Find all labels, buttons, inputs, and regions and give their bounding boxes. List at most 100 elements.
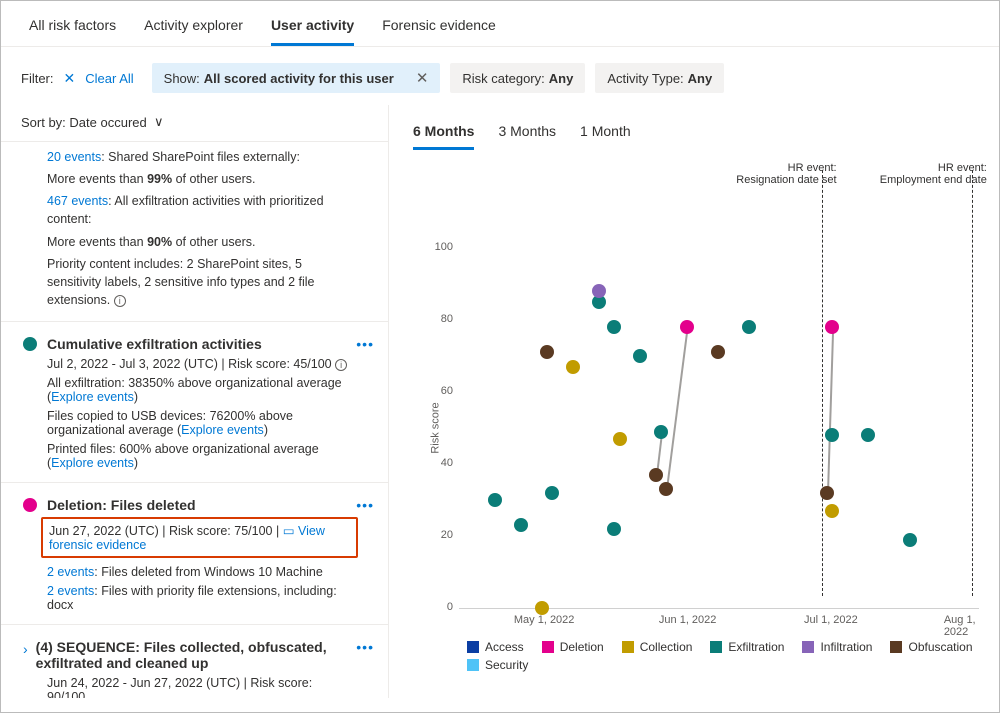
x-tick: May 1, 2022 — [514, 614, 575, 626]
data-point[interactable] — [711, 345, 725, 359]
chip-risk-label: Risk category: — [462, 71, 544, 86]
range-6m[interactable]: 6 Months — [413, 117, 474, 150]
snippet-line: 467 events: All exfiltration activities … — [1, 190, 388, 230]
info-icon[interactable]: i — [335, 359, 347, 371]
item-sequence[interactable]: › (4) SEQUENCE: Files collected, obfusca… — [1, 635, 388, 673]
chip-show-close[interactable]: ✕ — [416, 69, 429, 87]
clear-icon[interactable]: ✕ — [64, 70, 76, 87]
chip-risk-category[interactable]: Risk category: Any — [450, 63, 585, 93]
y-tick: 100 — [435, 241, 453, 253]
more-icon[interactable]: ••• — [356, 497, 374, 513]
events-link[interactable]: 2 events — [47, 565, 94, 579]
legend-item[interactable]: Exfiltration — [710, 640, 784, 654]
legend-item[interactable]: Deletion — [542, 640, 604, 654]
range-3m[interactable]: 3 Months — [498, 117, 556, 150]
tab-all-risk-factors[interactable]: All risk factors — [29, 9, 116, 46]
data-point[interactable] — [680, 320, 694, 334]
events-link[interactable]: 467 events — [47, 194, 108, 208]
x-tick: Jul 1, 2022 — [804, 614, 858, 626]
sort-value: Date occured — [69, 115, 146, 130]
clear-all-link[interactable]: Clear All — [85, 71, 133, 86]
item-line: All exfiltration: 38350% above organizat… — [1, 373, 388, 406]
data-point[interactable] — [607, 320, 621, 334]
legend-item[interactable]: Collection — [622, 640, 693, 654]
data-point[interactable] — [861, 428, 875, 442]
data-point[interactable] — [607, 522, 621, 536]
data-point[interactable] — [820, 486, 834, 500]
more-icon[interactable]: ••• — [356, 639, 374, 655]
chip-show-label: Show: — [164, 71, 200, 86]
legend-item[interactable]: Access — [467, 640, 524, 654]
y-tick: 20 — [441, 529, 453, 541]
tab-activity-explorer[interactable]: Activity explorer — [144, 9, 243, 46]
item-title: Deletion: Files deleted — [47, 497, 346, 513]
explore-link[interactable]: Explore events — [181, 423, 264, 437]
data-point[interactable] — [825, 320, 839, 334]
data-point[interactable] — [592, 284, 606, 298]
hr-event-label: HR event:Resignation date set — [727, 162, 837, 186]
data-point[interactable] — [613, 432, 627, 446]
explore-link[interactable]: Explore events — [51, 456, 134, 470]
filter-row: Filter: ✕ Clear All Show: All scored act… — [1, 47, 999, 105]
legend-item[interactable]: Infiltration — [802, 640, 872, 654]
tab-forensic-evidence[interactable]: Forensic evidence — [382, 9, 496, 46]
legend-item[interactable]: Security — [467, 658, 528, 672]
events-link[interactable]: 20 events — [47, 150, 101, 164]
data-point[interactable] — [545, 486, 559, 500]
y-axis-label: Risk score — [430, 402, 442, 453]
data-point[interactable] — [488, 493, 502, 507]
item-meta: Jun 24, 2022 - Jun 27, 2022 (UTC) | Risk… — [1, 673, 388, 698]
range-1m[interactable]: 1 Month — [580, 117, 631, 150]
hr-event-line — [972, 170, 973, 596]
y-tick: 80 — [441, 313, 453, 325]
data-point[interactable] — [649, 468, 663, 482]
page-root: All risk factors Activity explorer User … — [0, 0, 1000, 713]
snippet-line: More events than 99% of other users. — [1, 168, 388, 190]
data-point[interactable] — [825, 504, 839, 518]
range-tabs: 6 Months 3 Months 1 Month — [413, 117, 991, 150]
snippet-line: More events than 90% of other users. — [1, 231, 388, 253]
data-point[interactable] — [654, 425, 668, 439]
chip-activity-type[interactable]: Activity Type: Any — [595, 63, 724, 93]
dot-exfiltration-icon — [23, 337, 37, 351]
x-tick: Aug 1, 2022 — [944, 614, 983, 638]
item-deletion[interactable]: Deletion: Files deleted ••• — [1, 493, 388, 515]
legend-item[interactable]: Obfuscation — [890, 640, 972, 654]
dot-deletion-icon — [23, 498, 37, 512]
expand-icon[interactable]: › — [23, 641, 28, 657]
item-line: 2 events: Files with priority file exten… — [1, 581, 388, 614]
snippet-line: Priority content includes: 2 SharePoint … — [1, 253, 388, 311]
explore-link[interactable]: Explore events — [51, 390, 134, 404]
hr-event-label: HR event:Employment end date — [877, 162, 987, 186]
y-tick: 0 — [447, 601, 453, 613]
item-line: 2 events: Files deleted from Windows 10 … — [1, 562, 388, 581]
tab-user-activity[interactable]: User activity — [271, 9, 354, 46]
data-point[interactable] — [535, 601, 549, 615]
chevron-down-icon: ∨ — [150, 114, 163, 130]
data-point[interactable] — [514, 518, 528, 532]
data-point[interactable] — [566, 360, 580, 374]
data-point[interactable] — [903, 533, 917, 547]
more-icon[interactable]: ••• — [356, 336, 374, 352]
item-line: Files copied to USB devices: 76200% abov… — [1, 406, 388, 439]
data-point[interactable] — [633, 349, 647, 363]
nav-tabs: All risk factors Activity explorer User … — [1, 1, 999, 47]
y-tick: 60 — [441, 385, 453, 397]
sort-row[interactable]: Sort by: Date occured ∨ — [1, 105, 388, 142]
data-point[interactable] — [825, 428, 839, 442]
snippet-line: 20 events: Shared SharePoint files exter… — [1, 146, 388, 168]
data-point[interactable] — [742, 320, 756, 334]
chart-container: Risk score020406080100May 1, 2022Jun 1, … — [413, 156, 991, 698]
x-tick: Jun 1, 2022 — [659, 614, 717, 626]
info-icon[interactable]: i — [114, 295, 126, 307]
item-title: Cumulative exfiltration activities — [47, 336, 346, 352]
activity-list[interactable]: 20 events: Shared SharePoint files exter… — [1, 142, 388, 698]
events-link[interactable]: 2 events — [47, 584, 94, 598]
right-panel: 6 Months 3 Months 1 Month Risk score0204… — [389, 105, 999, 698]
item-cumulative-exfiltration[interactable]: Cumulative exfiltration activities ••• — [1, 332, 388, 354]
chip-show[interactable]: Show: All scored activity for this user … — [152, 63, 441, 93]
chip-show-value: All scored activity for this user — [204, 71, 394, 86]
data-point[interactable] — [540, 345, 554, 359]
hr-event-line — [822, 170, 823, 596]
data-point[interactable] — [659, 482, 673, 496]
